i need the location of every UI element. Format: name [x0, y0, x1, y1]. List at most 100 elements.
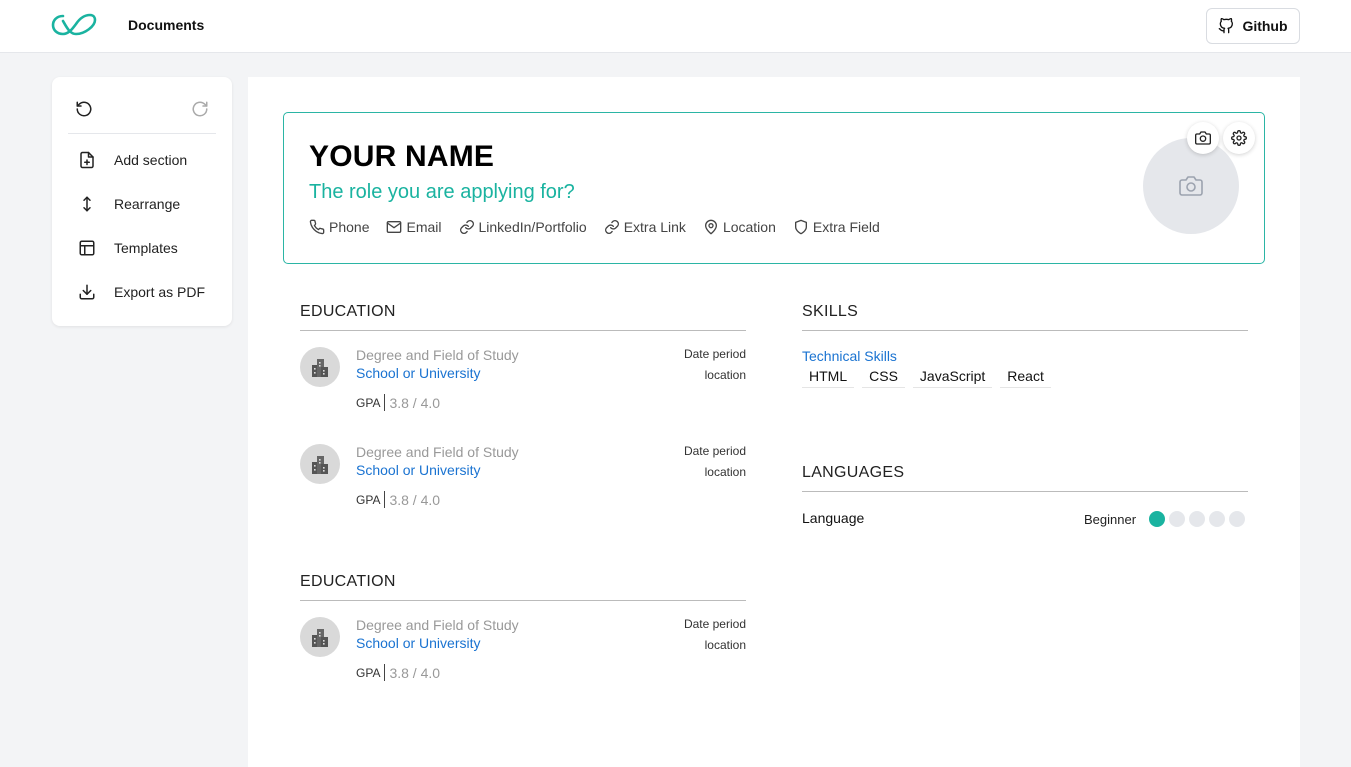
education-section-title-2[interactable]: EDUCATION [300, 573, 396, 591]
language-name[interactable]: Language [802, 510, 864, 526]
skills-section-title[interactable]: SKILLS [802, 303, 858, 321]
contact-linkedin-label: LinkedIn/Portfolio [478, 219, 587, 235]
link-icon [604, 219, 620, 235]
gpa-label: GPA [356, 395, 381, 410]
redo-icon[interactable] [191, 100, 209, 118]
contact-extra-link[interactable]: Extra Link [604, 219, 686, 235]
education-section-divider-2 [300, 600, 746, 601]
rating-dot[interactable] [1209, 511, 1225, 527]
skills-section-divider [802, 330, 1248, 331]
resume-name[interactable]: YOUR NAME [309, 140, 494, 174]
gpa-value: 3.8 / 4.0 [389, 664, 441, 681]
education-entry[interactable]: Degree and Field of Study School or Univ… [300, 617, 746, 687]
sidebar-divider [68, 133, 216, 134]
download-icon [78, 283, 96, 301]
camera-icon [1195, 130, 1211, 146]
arrows-vertical-icon [78, 195, 96, 213]
skill-tag[interactable]: JavaScript [912, 366, 993, 388]
building-icon [300, 617, 340, 657]
contact-list: Phone Email LinkedIn/Portfolio Extra Lin… [309, 219, 880, 235]
contact-email-label: Email [406, 219, 442, 235]
resume-header-card[interactable]: YOUR NAME The role you are applying for?… [283, 112, 1265, 264]
education-school[interactable]: School or University [356, 365, 481, 381]
gpa-value: 3.8 / 4.0 [389, 394, 441, 411]
skill-tag[interactable]: React [1000, 366, 1051, 388]
nav-documents-link[interactable]: Documents [128, 17, 204, 33]
contact-location[interactable]: Location [703, 219, 776, 235]
education-date[interactable]: Date period [684, 617, 746, 631]
shield-icon [793, 219, 809, 235]
education-gpa[interactable]: GPA 3.8 / 4.0 [356, 664, 440, 681]
layout-icon [78, 239, 96, 257]
logo-icon[interactable] [51, 12, 97, 38]
avatar-placeholder[interactable] [1143, 138, 1239, 234]
github-button[interactable]: Github [1206, 8, 1300, 44]
templates-label: Templates [114, 240, 178, 256]
skills-category-title[interactable]: Technical Skills [802, 348, 897, 364]
education-location[interactable]: location [705, 368, 746, 382]
export-pdf-label: Export as PDF [114, 284, 206, 300]
github-label: Github [1242, 18, 1288, 34]
contact-extra-field-label: Extra Field [812, 219, 880, 235]
language-rating [1149, 511, 1245, 527]
rating-dot[interactable] [1189, 511, 1205, 527]
rating-dot[interactable] [1229, 511, 1245, 527]
education-gpa[interactable]: GPA 3.8 / 4.0 [356, 491, 440, 508]
file-plus-icon [78, 151, 96, 169]
gpa-label: GPA [356, 492, 381, 507]
resume-paper: YOUR NAME The role you are applying for?… [248, 77, 1300, 767]
rating-dot[interactable] [1149, 511, 1165, 527]
education-section-divider [300, 330, 746, 331]
github-icon [1218, 18, 1234, 34]
camera-icon [1179, 174, 1203, 198]
contact-linkedin[interactable]: LinkedIn/Portfolio [459, 219, 587, 235]
building-icon [300, 444, 340, 484]
education-date[interactable]: Date period [684, 444, 746, 458]
link-icon [459, 219, 475, 235]
photo-button[interactable] [1187, 122, 1219, 154]
education-entry[interactable]: Degree and Field of Study School or Univ… [300, 444, 746, 514]
education-degree[interactable]: Degree and Field of Study [356, 617, 519, 633]
map-pin-icon [703, 219, 719, 235]
skill-tag-list: HTML CSS JavaScript React [802, 366, 1051, 388]
education-entry[interactable]: Degree and Field of Study School or Univ… [300, 347, 746, 417]
add-section-button[interactable]: Add section [78, 148, 218, 172]
templates-button[interactable]: Templates [78, 236, 218, 260]
skill-tag[interactable]: HTML [802, 366, 855, 388]
languages-section-divider [802, 491, 1248, 492]
education-location[interactable]: location [705, 465, 746, 479]
gpa-value: 3.8 / 4.0 [389, 491, 441, 508]
contact-phone-label: Phone [329, 219, 370, 235]
top-bar: Documents Github [0, 0, 1351, 53]
education-degree[interactable]: Degree and Field of Study [356, 444, 519, 460]
education-degree[interactable]: Degree and Field of Study [356, 347, 519, 363]
contact-email[interactable]: Email [386, 219, 442, 235]
add-section-label: Add section [114, 152, 188, 168]
education-school[interactable]: School or University [356, 462, 481, 478]
rearrange-label: Rearrange [114, 196, 181, 212]
education-date[interactable]: Date period [684, 347, 746, 361]
undo-icon[interactable] [75, 100, 93, 118]
phone-icon [309, 219, 325, 235]
sidebar: Add section Rearrange Templates Export a… [52, 77, 232, 326]
gear-icon [1231, 130, 1247, 146]
education-section-title[interactable]: EDUCATION [300, 303, 396, 321]
skill-tag[interactable]: CSS [862, 366, 905, 388]
education-location[interactable]: location [705, 638, 746, 652]
export-pdf-button[interactable]: Export as PDF [78, 280, 218, 304]
education-gpa[interactable]: GPA 3.8 / 4.0 [356, 394, 440, 411]
contact-phone[interactable]: Phone [309, 219, 369, 235]
rearrange-button[interactable]: Rearrange [78, 192, 218, 216]
contact-extra-link-label: Extra Link [623, 219, 686, 235]
settings-button[interactable] [1223, 122, 1255, 154]
language-level: Beginner [1084, 512, 1137, 527]
resume-role[interactable]: The role you are applying for? [309, 181, 575, 204]
languages-section-title[interactable]: LANGUAGES [802, 464, 904, 482]
building-icon [300, 347, 340, 387]
gpa-label: GPA [356, 665, 381, 680]
contact-location-label: Location [722, 219, 776, 235]
contact-extra-field[interactable]: Extra Field [793, 219, 880, 235]
mail-icon [386, 219, 402, 235]
rating-dot[interactable] [1169, 511, 1185, 527]
education-school[interactable]: School or University [356, 635, 481, 651]
